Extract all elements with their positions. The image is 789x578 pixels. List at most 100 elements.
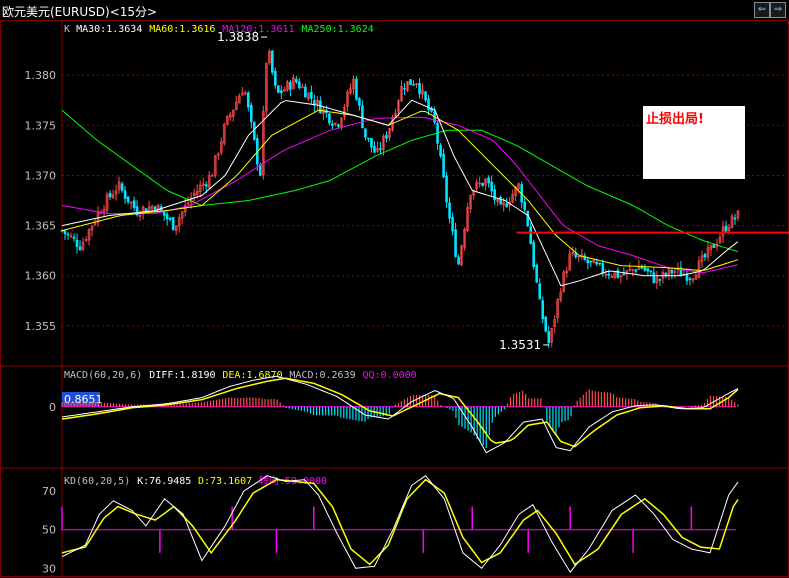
price-tick-label: 1.375 — [25, 119, 57, 132]
candle-body — [532, 241, 535, 267]
candle-body — [448, 202, 451, 219]
candle-body — [355, 78, 358, 100]
candle-body — [108, 192, 112, 198]
candle-body — [373, 145, 376, 153]
candle-body — [574, 253, 578, 258]
candle-body — [403, 87, 406, 90]
candle-body — [271, 50, 274, 73]
candle-body — [364, 128, 367, 138]
chart-canvas: 1.3801.3751.3701.3651.3601.3551.38381.35… — [0, 20, 789, 577]
candle-body — [328, 113, 331, 124]
low-price-label: 1.3531 — [499, 338, 541, 352]
candle-body — [409, 79, 412, 86]
ma30-line — [61, 99, 739, 287]
candle-body — [337, 124, 340, 127]
candle-body — [607, 273, 611, 276]
candle-body — [123, 190, 127, 199]
candle-body — [688, 278, 692, 280]
candle-body — [132, 200, 136, 209]
price-tick-label: 1.370 — [25, 169, 57, 182]
dea-line — [61, 377, 739, 448]
candle-body — [295, 78, 298, 83]
candle-body — [703, 254, 707, 258]
candle-body — [442, 153, 445, 178]
candle-body — [658, 279, 662, 281]
candle-body — [643, 267, 647, 271]
price-tick-label: 1.365 — [25, 220, 57, 233]
diff-line — [61, 375, 739, 454]
candle-body — [304, 86, 307, 98]
candle-body — [454, 229, 457, 258]
candle-body — [63, 230, 67, 235]
candle-body — [586, 259, 590, 264]
macd-legend-item: MACD:0.2639 — [289, 370, 355, 381]
candle-body — [490, 181, 493, 192]
candle-body — [298, 81, 301, 89]
ma60-line — [61, 109, 739, 272]
kd-legend-item: K:76.9485 — [137, 476, 191, 487]
candle-body — [589, 260, 593, 263]
candle-body — [529, 226, 532, 245]
k-line — [61, 475, 739, 573]
kd-tick-label: 70 — [42, 485, 56, 498]
price-legend-item: MA120:1.3611 — [222, 24, 294, 35]
price-tick-label: 1.380 — [25, 69, 57, 82]
candle-body — [280, 90, 283, 94]
candle-body — [310, 92, 313, 99]
annotation-box: 止损出局! — [643, 106, 745, 179]
price-tick-label: 1.360 — [25, 270, 57, 283]
candle-body — [249, 104, 253, 123]
candle-body — [358, 98, 361, 106]
candle-body — [72, 237, 76, 239]
candle-body — [385, 134, 388, 139]
candle-body — [66, 233, 70, 236]
candle-body — [652, 272, 656, 284]
candle-body — [538, 283, 542, 300]
candle-body — [499, 196, 502, 205]
candle-body — [457, 256, 460, 265]
candle-body — [601, 262, 605, 274]
candle-body — [367, 137, 370, 140]
kd-tick-label: 50 — [42, 524, 56, 537]
candle-body — [168, 218, 172, 220]
candle-body — [370, 138, 373, 148]
candle-body — [598, 262, 602, 265]
candle-body — [544, 316, 548, 332]
d-line — [61, 478, 739, 566]
kd-legend-item: D:73.1607 — [198, 476, 252, 487]
macd-legend-item: QQ:0.0000 — [363, 370, 417, 381]
candle-body — [445, 175, 448, 203]
candle-body — [595, 261, 599, 265]
candle-body — [535, 264, 539, 283]
candle-body — [649, 270, 653, 273]
candle-body — [487, 177, 490, 184]
macd-legend-item: DEA:1.6870 — [222, 370, 282, 381]
candle-body — [75, 239, 79, 247]
price-legend-item: MA250:1.3624 — [302, 24, 374, 35]
candle-body — [412, 84, 415, 86]
candle-body — [120, 183, 124, 191]
candle-body — [670, 270, 674, 274]
candle-body — [451, 216, 454, 232]
candle-body — [523, 201, 526, 211]
kd-legend-item: KD(60,20,5) — [64, 476, 130, 487]
candle-body — [331, 123, 334, 126]
candle-body — [289, 82, 292, 90]
price-legend-item: MA30:1.3634 — [76, 24, 142, 35]
candle-body — [319, 100, 322, 114]
candle-body — [634, 269, 638, 272]
candle-body — [277, 85, 280, 93]
candle-body — [505, 203, 508, 208]
candle-body — [171, 217, 175, 231]
candle-body — [439, 145, 442, 157]
candle-body — [541, 300, 545, 320]
candle-body — [424, 91, 427, 101]
candle-body — [724, 225, 728, 232]
candle-body — [493, 189, 496, 201]
price-legend-item: MA60:1.3616 — [149, 24, 215, 35]
candle-body — [126, 196, 130, 203]
candle-body — [274, 70, 277, 86]
price-tick-label: 1.355 — [25, 320, 57, 333]
candle-body — [685, 273, 689, 281]
annotation-text: 止损出局! — [646, 112, 704, 127]
